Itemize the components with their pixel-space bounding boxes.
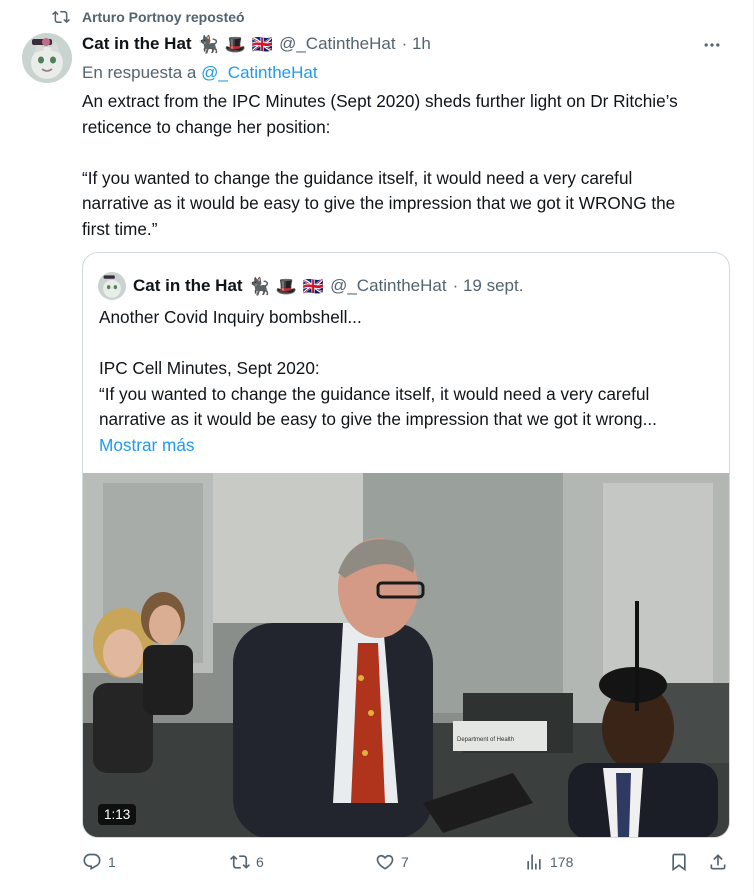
like-button[interactable]: 7: [375, 852, 409, 872]
tweet-text-line: narrative as it would be easy to give th…: [82, 193, 676, 213]
avatar[interactable]: [22, 33, 72, 83]
quoted-text-line: Another Covid Inquiry bombshell...: [99, 307, 362, 327]
reply-context: En respuesta a @_CatintheHat: [82, 63, 318, 83]
quoted-time: · 19 sept.: [452, 276, 524, 295]
video-duration: 1:13: [98, 804, 137, 825]
video-thumbnail: Department of Health: [83, 473, 729, 837]
uk-flag-emoji: 🇬🇧: [302, 276, 325, 296]
repost-icon: [52, 10, 70, 24]
views-button[interactable]: 178: [524, 852, 573, 872]
quoted-tweet-header: Cat in the Hat 🐈‍⬛ 🎩 🇬🇧 @_CatintheHat · …: [98, 272, 523, 300]
heart-icon: [376, 854, 394, 870]
cat-emoji: 🐈‍⬛: [248, 276, 270, 296]
tophat-emoji: 🎩: [224, 34, 246, 54]
quoted-handle: @_CatintheHat: [330, 276, 447, 295]
quoted-author-name: Cat in the Hat: [133, 276, 243, 295]
repost-line[interactable]: Arturo Portnoy reposteó: [52, 8, 245, 26]
dept-sign-text: Department of Health: [457, 737, 514, 743]
quoted-text-line: “If you wanted to change the guidance it…: [99, 383, 650, 404]
tweet-frame: Arturo Portnoy reposteó Cat in the Hat 🐈…: [0, 0, 754, 894]
bookmark-icon: [672, 853, 686, 872]
share-button[interactable]: [708, 852, 728, 872]
reply-icon: [83, 853, 101, 871]
more-icon: [704, 43, 720, 47]
repost-button[interactable]: 6: [230, 852, 264, 872]
bookmark-button[interactable]: [669, 852, 689, 872]
tweet-time[interactable]: · 1h: [402, 34, 431, 54]
action-bar: 1 6 7 178: [82, 852, 738, 882]
repost-label: Arturo Portnoy reposteó: [82, 9, 245, 25]
tweet-text-line: first time.”: [82, 218, 158, 239]
more-options-button[interactable]: [697, 30, 727, 60]
reply-prefix: En respuesta a: [82, 63, 197, 82]
tweet-header: Cat in the Hat 🐈‍⬛ 🎩 🇬🇧 @_CatintheHat · …: [82, 34, 733, 54]
quoted-text-line: IPC Cell Minutes, Sept 2020:: [99, 358, 320, 378]
views-count: 178: [550, 854, 574, 870]
tweet-text: An extract from the IPC Minutes (Sept 20…: [82, 89, 742, 242]
quoted-avatar: [98, 272, 126, 300]
cat-emoji: 🐈‍⬛: [197, 34, 219, 54]
show-more-link[interactable]: Mostrar más: [99, 433, 719, 459]
tweet-text-line: “If you wanted to change the guidance it…: [82, 167, 633, 188]
reply-handle-link[interactable]: @_CatintheHat: [201, 63, 318, 82]
reply-count: 1: [108, 854, 116, 870]
like-count: 7: [401, 854, 409, 870]
views-icon: [527, 854, 541, 870]
tweet-text-line: reticence to change her position:: [82, 116, 331, 137]
repost-icon: [230, 855, 250, 869]
video-player[interactable]: Department of Health 1:13: [83, 473, 729, 837]
tophat-emoji: 🎩: [275, 276, 297, 296]
repost-count: 6: [256, 854, 264, 870]
reply-button[interactable]: 1: [82, 852, 116, 872]
quoted-text: Another Covid Inquiry bombshell... IPC C…: [99, 305, 719, 458]
quoted-tweet[interactable]: Cat in the Hat 🐈‍⬛ 🎩 🇬🇧 @_CatintheHat · …: [82, 252, 730, 838]
uk-flag-emoji: 🇬🇧: [251, 34, 274, 54]
quoted-text-line: narrative as it would be easy to give th…: [99, 409, 657, 429]
tweet-text-line: An extract from the IPC Minutes (Sept 20…: [82, 91, 678, 111]
share-icon: [710, 854, 726, 870]
author-name[interactable]: Cat in the Hat: [82, 34, 192, 54]
author-handle[interactable]: @_CatintheHat: [279, 34, 396, 54]
